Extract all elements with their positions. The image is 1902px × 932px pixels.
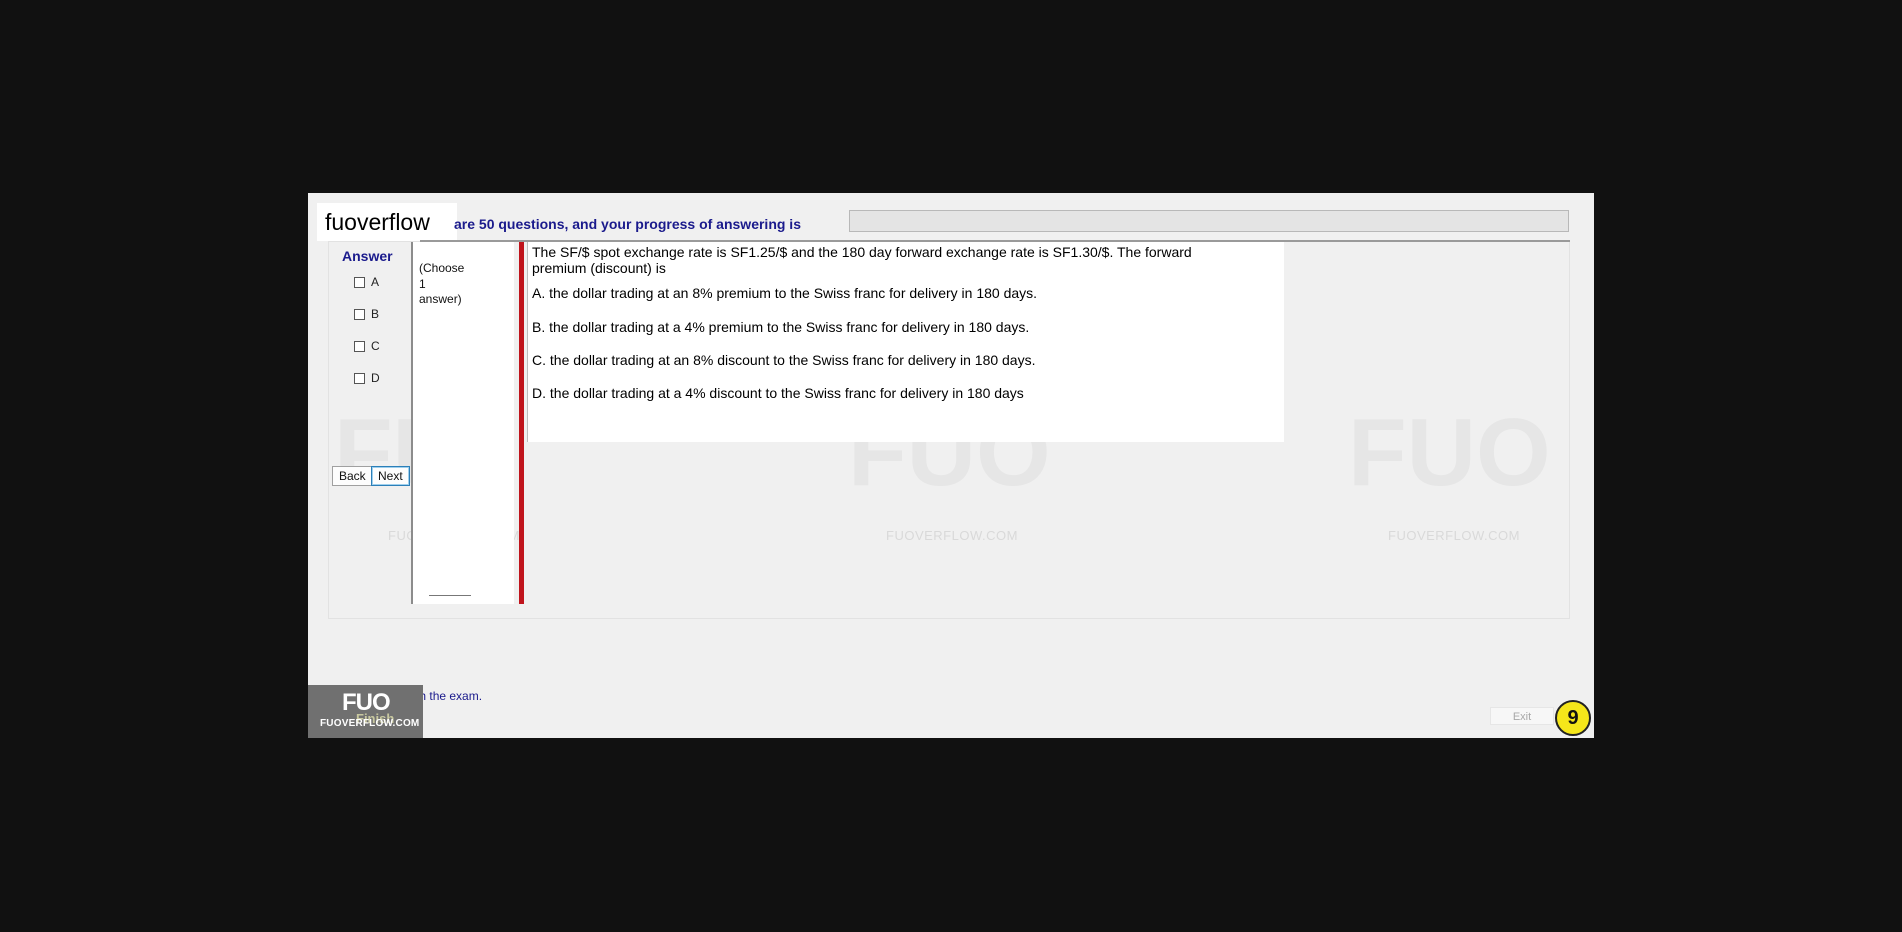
exam-window: FU FUO FUO FUOVERFLOW.COM FUOVERFLOW.COM… (308, 193, 1594, 738)
question-panel: The SF/$ spot exchange rate is SF1.25/$ … (527, 242, 1284, 442)
answer-option-c[interactable]: C (354, 339, 380, 353)
page-number-badge: 9 (1555, 700, 1591, 736)
answer-option-label: C (371, 339, 380, 353)
progress-caption: are 50 questions, and your progress of a… (454, 216, 801, 232)
question-stem: The SF/$ spot exchange rate is SF1.25/$ … (532, 244, 1192, 276)
question-option-b: B. the dollar trading at a 4% premium to… (532, 319, 1030, 335)
answer-checkbox-a[interactable] (354, 276, 365, 288)
choose-line-1: (Choose (419, 261, 465, 275)
answer-option-a[interactable]: A (354, 275, 379, 289)
answer-checkbox-c[interactable] (354, 340, 365, 352)
choose-line-3: answer) (419, 292, 462, 306)
progress-bar (849, 210, 1569, 232)
question-option-c: C. the dollar trading at an 8% discount … (532, 352, 1036, 368)
exit-button[interactable]: Exit (1490, 707, 1554, 725)
answer-option-label: A (371, 275, 380, 289)
fuo-logo: FUO (342, 689, 391, 716)
horizontal-scrollbar[interactable] (429, 595, 471, 596)
answer-checkbox-b[interactable] (354, 308, 365, 320)
brand-label: fuoverflow (317, 203, 457, 241)
answer-option-label: D (371, 371, 380, 385)
splitter-bar[interactable] (519, 242, 524, 604)
answer-option-d[interactable]: D (354, 371, 380, 385)
answer-title: Answer (342, 248, 393, 264)
back-button[interactable]: Back (332, 466, 373, 486)
question-option-d: D. the dollar trading at a 4% discount t… (532, 385, 1024, 401)
next-button[interactable]: Next (371, 466, 410, 486)
finish-button[interactable]: Finish FUO FUOVERFLOW.COM (308, 685, 423, 738)
choose-instruction-panel: (Choose 1 answer) (411, 242, 514, 604)
choose-line-2: 1 (419, 276, 426, 291)
answer-option-b[interactable]: B (354, 307, 379, 321)
answer-option-label: B (371, 307, 380, 321)
fuo-logo-url: FUOVERFLOW.COM (320, 718, 420, 729)
question-option-a: A. the dollar trading at an 8% premium t… (532, 285, 1038, 301)
answer-checkbox-d[interactable] (354, 372, 365, 384)
